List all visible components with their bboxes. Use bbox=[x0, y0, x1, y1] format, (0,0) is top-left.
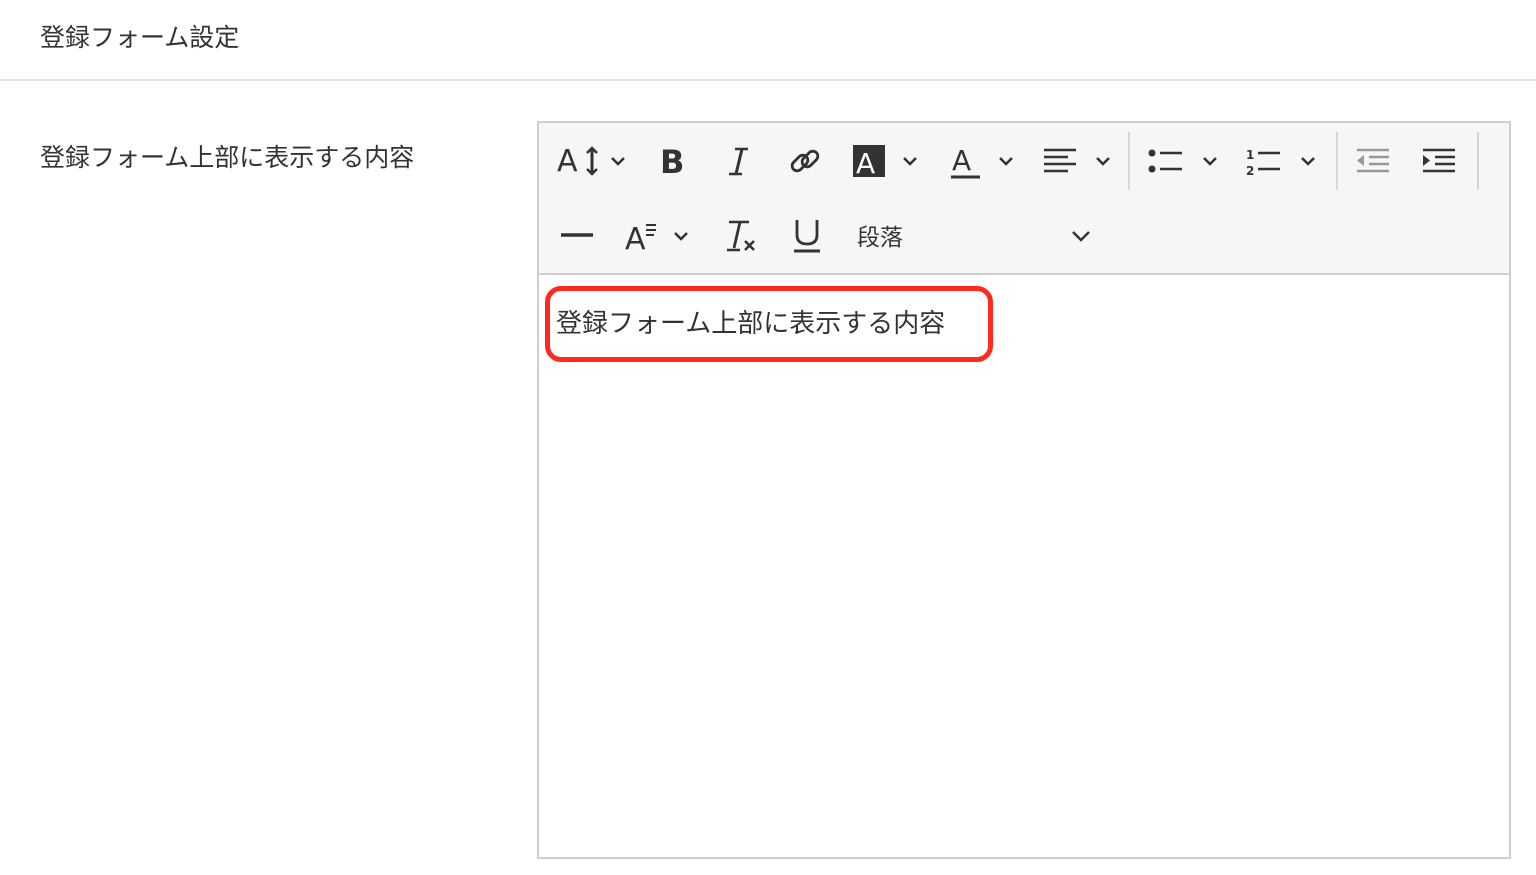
svg-text:A: A bbox=[952, 144, 971, 177]
svg-text:B: B bbox=[660, 143, 684, 181]
text-color-icon: A bbox=[949, 141, 1023, 181]
svg-text:2: 2 bbox=[1246, 164, 1254, 178]
outdent-button[interactable] bbox=[1350, 131, 1396, 191]
indent-button[interactable] bbox=[1416, 131, 1462, 191]
clear-format-icon bbox=[723, 215, 759, 255]
align-icon bbox=[1042, 141, 1118, 181]
indent-icon bbox=[1421, 141, 1457, 181]
font-size-icon: A bbox=[555, 141, 631, 181]
background-color-button[interactable]: A bbox=[851, 131, 925, 191]
bold-button[interactable]: B bbox=[651, 131, 695, 191]
bold-icon: B bbox=[658, 141, 688, 181]
toolbar-separator bbox=[1477, 132, 1479, 190]
paragraph-style-select[interactable]: 段落 bbox=[857, 205, 1101, 265]
link-button[interactable] bbox=[783, 131, 827, 191]
numbered-list-button[interactable]: 1 2 bbox=[1244, 131, 1324, 191]
bulleted-list-icon bbox=[1146, 141, 1226, 181]
font-size-button[interactable]: A bbox=[555, 131, 631, 191]
svg-text:A: A bbox=[625, 222, 646, 255]
horizontal-line-icon bbox=[559, 215, 595, 255]
svg-text:1: 1 bbox=[1246, 148, 1254, 162]
background-color-icon: A bbox=[851, 141, 925, 181]
font-family-icon: A bbox=[623, 215, 697, 255]
font-family-button[interactable]: A bbox=[623, 205, 697, 265]
bulleted-list-button[interactable] bbox=[1146, 131, 1226, 191]
italic-icon bbox=[726, 141, 752, 181]
page-header: 登録フォーム設定 bbox=[0, 0, 1536, 81]
link-icon bbox=[788, 141, 822, 181]
page-title: 登録フォーム設定 bbox=[40, 23, 240, 52]
editor-content-text: 登録フォーム上部に表示する内容 bbox=[556, 309, 946, 339]
editor-content-area[interactable]: 登録フォーム上部に表示する内容 bbox=[539, 275, 1509, 857]
toolbar-separator bbox=[1128, 132, 1130, 190]
svg-text:A: A bbox=[856, 147, 875, 180]
numbered-list-icon: 1 2 bbox=[1244, 141, 1324, 181]
outdent-icon bbox=[1355, 141, 1391, 181]
horizontal-line-button[interactable] bbox=[557, 205, 597, 265]
svg-text:A: A bbox=[557, 144, 578, 179]
underline-icon bbox=[792, 215, 822, 255]
rich-text-editor: A B A A 1 2 A 段落 登録フォーム上部に表示する内容 bbox=[537, 121, 1511, 859]
italic-button[interactable] bbox=[717, 131, 761, 191]
editor-toolbar: A B A A 1 2 A 段落 bbox=[539, 123, 1509, 275]
toolbar-separator bbox=[1336, 132, 1338, 190]
align-button[interactable] bbox=[1042, 131, 1118, 191]
underline-button[interactable] bbox=[785, 205, 829, 265]
text-color-button[interactable]: A bbox=[949, 131, 1023, 191]
chevron-down-icon bbox=[1069, 217, 1093, 253]
field-label: 登録フォーム上部に表示する内容 bbox=[40, 143, 415, 172]
paragraph-style-value: 段落 bbox=[857, 225, 903, 251]
clear-format-button[interactable] bbox=[719, 205, 763, 265]
